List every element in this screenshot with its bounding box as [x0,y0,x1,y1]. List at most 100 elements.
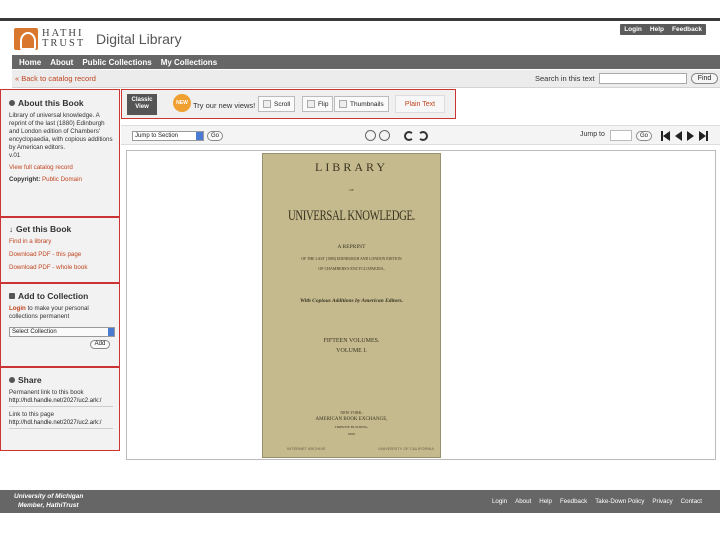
tab-flip-label: Flip [318,100,329,108]
copyright-value[interactable]: Public Domain [42,176,82,183]
hathitrust-logo[interactable]: HATHI TRUST [14,28,85,50]
scan-foot-right: UNIVERSITY OF CALIFORNIA [378,446,434,451]
feedback-link[interactable]: Feedback [672,26,702,33]
nav-my-collections[interactable]: My Collections [161,58,217,67]
first-page-bar-icon [661,131,663,141]
get-book-panel: ↓ Get this Book Find in a library Downloa… [0,217,120,283]
search-input[interactable] [599,73,687,84]
jump-to-label: Jump to [580,131,605,138]
view-tabs: Classic View NEW Try our new views! Scro… [121,89,456,119]
nav-home[interactable]: Home [19,58,41,67]
collection-heading-text: Add to Collection [18,291,89,301]
next-page-icon[interactable] [687,131,694,141]
scan-reprint-1: A REPRINT [337,244,366,250]
scroll-icon [263,100,271,108]
tab-plain-text[interactable]: Plain Text [395,95,445,113]
last-page-icon[interactable] [699,131,706,141]
footer-feedback[interactable]: Feedback [560,498,587,505]
footer-takedown[interactable]: Take-Down Policy [595,498,644,505]
page-link-field[interactable]: http://hdl.handle.net/2027/uc2.ark:/ [9,419,113,429]
scan-publisher-1: NEW YORK: [340,410,363,415]
last-page-bar-icon [706,131,708,141]
nav-public-collections[interactable]: Public Collections [82,58,151,67]
logo-line2: TRUST [42,38,86,49]
permanent-link-label: Permanent link to this book [9,389,84,396]
new-badge: NEW [173,94,191,112]
tab-thumbnails-label: Thumbnails [350,100,384,108]
main-nav: Home About Public Collections My Collect… [12,55,720,69]
footer-member-text: University of Michigan Member, HathiTrus… [14,492,83,510]
scan-volume-one: VOLUME I. [336,348,367,354]
scan-of: OF [349,188,354,192]
previous-page-icon[interactable] [675,131,682,141]
footer-privacy[interactable]: Privacy [652,498,672,505]
about-heading: About this Book [9,98,113,108]
help-link[interactable]: Help [650,26,664,33]
scan-reprint-2: OF THE LAST (1880) EDINBURGH AND LONDON … [301,256,402,261]
share-icon [9,377,15,383]
collection-icon [9,293,15,299]
scan-title-universal-knowledge: UNIVERSAL KNOWLEDGE. [288,208,415,224]
about-panel: About this Book Library of universal kno… [0,89,120,217]
first-page-icon[interactable] [663,131,670,141]
info-icon [9,100,15,106]
reader-toolbar: Jump to Section Go Jump to Go [121,125,720,145]
footer-line1: University of Michigan [14,493,84,500]
catalog-record-link[interactable]: View full catalog record [9,164,113,172]
scan-foot-left: INTERNET ARCHIVE [287,446,326,451]
share-panel: Share Permanent link to this book http:/… [0,367,120,451]
footer-contact[interactable]: Contact [681,498,702,505]
search-label: Search in this text [535,74,595,83]
get-heading-text: Get this Book [16,224,72,234]
download-pdf-book-link[interactable]: Download PDF - whole book [9,264,113,272]
rotate-right-icon[interactable] [418,131,428,141]
download-pdf-page-link[interactable]: Download PDF - this page [9,251,113,259]
logo-icon [14,28,38,50]
about-heading-text: About this Book [18,98,84,108]
collection-login-link[interactable]: Login [9,305,26,312]
collection-panel: Add to Collection Login to make your per… [0,283,120,367]
login-link[interactable]: Login [624,26,642,33]
rotate-left-icon[interactable] [404,131,414,141]
download-icon: ↓ [9,224,13,234]
scan-publisher-4: 1880. [347,432,356,436]
nav-about[interactable]: About [50,58,73,67]
jump-section-go-button[interactable]: Go [207,131,223,141]
thumbnails-icon [339,100,347,108]
add-collection-button[interactable]: Add [90,340,110,349]
scan-publisher-3: TRIBUNE BUILDING. [334,425,369,429]
zoom-in-icon[interactable] [379,130,390,141]
page-link-label: Link to this page [9,411,55,418]
footer-login[interactable]: Login [492,498,507,505]
find-button[interactable]: Find [691,73,718,84]
page-scan-image: LIBRARY OF UNIVERSAL KNOWLEDGE. A REPRIN… [262,153,441,458]
find-in-library-link[interactable]: Find in a library [9,238,113,246]
get-heading: ↓ Get this Book [9,224,113,234]
tab-flip[interactable]: Flip [302,96,334,112]
site-title: Digital Library [96,31,182,47]
share-heading: Share [9,375,113,385]
back-to-catalog-link[interactable]: « Back to catalog record [15,74,96,83]
scan-fifteen-volumes: FIFTEEN VOLUMES. [323,338,380,344]
scan-title-library: LIBRARY [314,160,388,174]
tab-classic-view[interactable]: Classic View [127,94,157,115]
logo-text: HATHI TRUST [42,28,86,49]
tab-thumbnails[interactable]: Thumbnails [334,96,389,112]
footer-help[interactable]: Help [539,498,552,505]
jump-section-select[interactable]: Jump to Section [132,131,204,141]
zoom-out-icon[interactable] [365,130,376,141]
sub-bar: « Back to catalog record Search in this … [12,70,720,88]
tab-scroll[interactable]: Scroll [258,96,296,112]
footer-about[interactable]: About [515,498,531,505]
scan-reprint-3: OF CHAMBERS'S ENCYCLOPAEDIA, [318,266,385,271]
flip-icon [307,100,315,108]
top-strip [0,18,720,21]
share-heading-text: Share [18,375,42,385]
utility-links: Login Help Feedback [620,24,706,35]
jump-to-page-input[interactable] [610,130,632,141]
jump-to-go-button[interactable]: Go [636,131,652,141]
collection-select[interactable]: Select Collection [9,327,115,337]
footer-line2: Member, HathiTrust [18,502,79,509]
permanent-link-field[interactable]: http://hdl.handle.net/2027/uc2.ark:/ [9,397,113,407]
try-new-views-text: Try our new views! [193,101,256,110]
